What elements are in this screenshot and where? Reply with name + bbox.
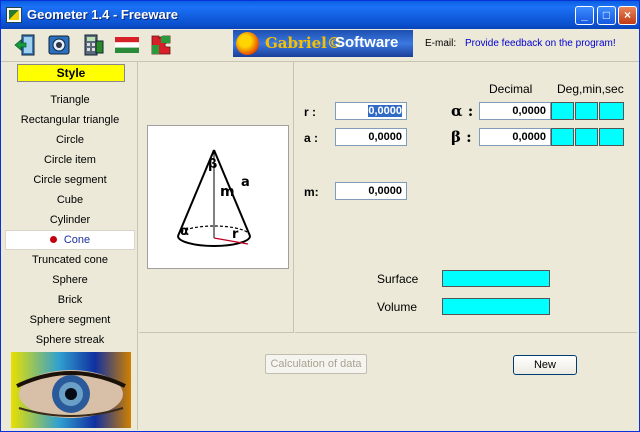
new-button[interactable]: New (513, 355, 577, 375)
eye-graphic (16, 370, 126, 418)
sidebar-item-triangle[interactable]: Triangle (5, 90, 135, 110)
maximize-button[interactable]: □ (597, 6, 616, 25)
beta-degrees-field[interactable] (551, 128, 574, 146)
beta-minutes-field[interactable] (575, 128, 598, 146)
dms-header: Deg,min,sec (557, 82, 624, 96)
sidebar-item-sphere-segment[interactable]: Sphere segment (5, 310, 135, 330)
a-label: a (241, 175, 250, 190)
email-label: E-mail: (425, 38, 457, 49)
surface-result (442, 270, 550, 287)
surface-label: Surface (377, 272, 419, 286)
alpha-decimal-input[interactable]: 0,0000 (479, 102, 551, 120)
app-icon[interactable] (6, 7, 22, 23)
sidebar-item-cone[interactable]: Cone (5, 230, 135, 250)
calculation-button[interactable]: Calculation of data (265, 354, 367, 374)
m-input[interactable]: 0,0000 (335, 182, 407, 200)
feedback-link[interactable]: Provide feedback on the program! (465, 38, 616, 49)
sidebar-item-cylinder[interactable]: Cylinder (5, 210, 135, 230)
m-field-label: m: (304, 185, 319, 199)
volume-result (442, 298, 550, 315)
sidebar-item-circle-item[interactable]: Circle item (5, 150, 135, 170)
close-button[interactable]: × (618, 6, 637, 25)
sidebar-item-sphere-streak[interactable]: Sphere streak (5, 330, 135, 350)
a-field-label: a : (304, 131, 319, 145)
m-label: m (220, 184, 235, 200)
minimize-button[interactable]: _ (575, 6, 594, 25)
decimal-header: Decimal (489, 82, 533, 96)
alpha-field-label: α : (451, 102, 474, 120)
window-title: Geometer 1.4 - Freeware (27, 7, 179, 22)
alpha-minutes-field[interactable] (575, 102, 598, 120)
logo-suffix: Software (335, 34, 399, 51)
sidebar-item-truncated-cone[interactable]: Truncated cone (5, 250, 135, 270)
gabriel-logo-icon (236, 32, 259, 55)
sidebar-item-cube[interactable]: Cube (5, 190, 135, 210)
a-input[interactable]: 0,0000 (335, 128, 407, 146)
volume-label: Volume (377, 300, 418, 314)
alpha-degrees-field[interactable] (551, 102, 574, 120)
alpha-seconds-field[interactable] (599, 102, 624, 120)
sidebar-item-circle-segment[interactable]: Circle segment (5, 170, 135, 190)
puzzle-icon[interactable] (149, 33, 173, 57)
title-bar[interactable]: Geometer 1.4 - Freeware _ □ × (1, 1, 639, 29)
hungarian-flag-icon[interactable] (115, 33, 139, 57)
beta-label: β (208, 157, 217, 172)
eye-image (11, 352, 131, 428)
r-field-label: r : (304, 105, 316, 119)
gabriel-software-logo: Gabriel© Software (233, 30, 413, 57)
sidebar-item-circle[interactable]: Circle (5, 130, 135, 150)
beta-decimal-input[interactable]: 0,0000 (479, 128, 551, 146)
cone-diagram: β m a α r (147, 125, 289, 269)
selected-dot-icon (49, 236, 57, 243)
logo-name: Gabriel© (265, 34, 342, 52)
sidebar-item-sphere[interactable]: Sphere (5, 270, 135, 290)
beta-field-label: β : (451, 128, 472, 146)
r-input[interactable]: 0,0000 (335, 102, 407, 120)
sidebar-item-brick[interactable]: Brick (5, 290, 135, 310)
beta-seconds-field[interactable] (599, 128, 624, 146)
style-header: Style (17, 64, 125, 82)
exit-icon[interactable] (13, 33, 37, 57)
app-window: Geometer 1.4 - Freeware _ □ × Gabriel© S… (0, 0, 640, 432)
camera-icon[interactable] (47, 33, 71, 57)
shape-list: Style Triangle Rectangular triangle Circ… (3, 62, 138, 430)
alpha-label: α (180, 224, 189, 239)
sidebar-item-rectangular-triangle[interactable]: Rectangular triangle (5, 110, 135, 130)
calculator-icon[interactable] (81, 33, 105, 57)
r-label: r (232, 227, 239, 242)
